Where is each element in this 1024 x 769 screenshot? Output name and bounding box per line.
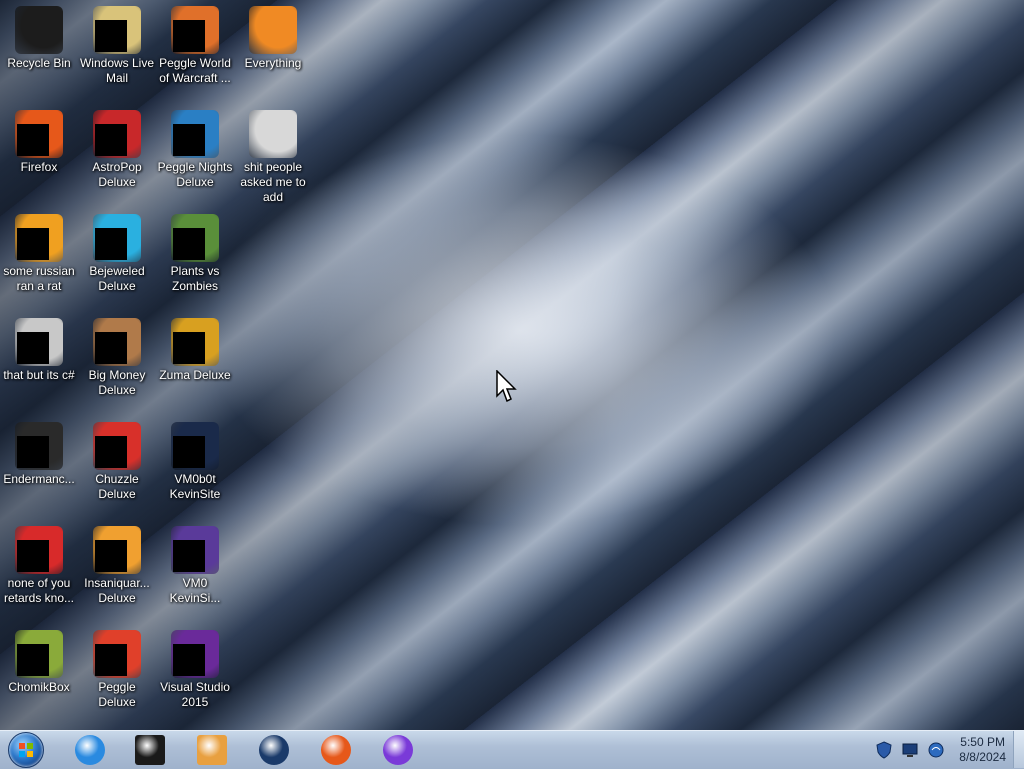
taskbar: 5:50 PM 8/8/2024 bbox=[0, 730, 1024, 769]
taskbar-pinned-app[interactable] bbox=[122, 732, 178, 768]
desktop-icon-label: Insaniquar... Deluxe bbox=[84, 576, 150, 605]
desktop-icon[interactable]: Insaniquar... Deluxe bbox=[78, 522, 156, 606]
taskbar-pinned-app[interactable] bbox=[62, 732, 118, 768]
desktop-icon[interactable]: some russian ran a rat bbox=[0, 210, 78, 294]
desktop[interactable]: Recycle Bin Windows Live Mail Peggle World… bbox=[0, 0, 1024, 730]
taskbar-pinned-app[interactable] bbox=[246, 732, 302, 768]
copy-windows-icon bbox=[15, 318, 63, 366]
firefox-icon bbox=[15, 110, 63, 158]
shield-icon[interactable] bbox=[875, 741, 893, 759]
desktop-icon-label: Visual Studio 2015 bbox=[160, 680, 230, 709]
desktop-icon-label: VM0 KevinSi... bbox=[169, 576, 221, 605]
desktop-icon[interactable]: none of you retards kno... bbox=[0, 522, 78, 606]
windows-logo-icon bbox=[8, 732, 44, 768]
desktop-icon-label: Peggle World of Warcraft ... bbox=[159, 56, 231, 85]
desktop-icon-label: none of you retards kno... bbox=[3, 576, 75, 605]
desktop-icon-label: Firefox bbox=[20, 160, 58, 174]
money-bag-icon bbox=[93, 318, 141, 366]
terminal-window-icon bbox=[15, 422, 63, 470]
firefox-icon bbox=[321, 735, 351, 765]
desktop-icon-label: Peggle Nights Deluxe bbox=[157, 160, 233, 189]
desktop-icon-label: VM0b0t KevinSite bbox=[169, 472, 221, 501]
mail-icon bbox=[93, 6, 141, 54]
show-desktop-button[interactable] bbox=[1013, 731, 1024, 768]
desktop-icon[interactable]: Endermanc... bbox=[0, 418, 78, 487]
monitor-icon[interactable] bbox=[901, 741, 919, 759]
clock[interactable]: 5:50 PM 8/8/2024 bbox=[959, 735, 1006, 765]
desktop-icon[interactable]: Windows Live Mail bbox=[78, 2, 156, 86]
desktop-icon[interactable]: Chuzzle Deluxe bbox=[78, 418, 156, 502]
start-button[interactable] bbox=[6, 732, 46, 768]
desktop-icon-label: AstroPop Deluxe bbox=[92, 160, 142, 189]
folder-icon bbox=[249, 110, 297, 158]
desktop-icon-label: ChomikBox bbox=[8, 680, 70, 694]
search-circle-icon bbox=[249, 6, 297, 54]
desktop-icon-label: some russian ran a rat bbox=[3, 264, 75, 293]
mouse-cursor-icon bbox=[496, 370, 517, 403]
desktop-icon-label: shit people asked me to add bbox=[240, 160, 306, 204]
system-tray: 5:50 PM 8/8/2024 bbox=[875, 732, 1024, 768]
desktop-icon[interactable]: Big Money Deluxe bbox=[78, 314, 156, 398]
desktop-icon[interactable]: VM0b0t KevinSite bbox=[156, 418, 234, 502]
globe-app-icon bbox=[259, 735, 289, 765]
astropop-icon bbox=[93, 110, 141, 158]
clock-time: 5:50 PM bbox=[960, 735, 1005, 749]
recycle-bin-icon bbox=[15, 6, 63, 54]
zuma-icon bbox=[171, 318, 219, 366]
desktop-icon-label: Everything bbox=[244, 56, 302, 70]
discord-like-icon bbox=[383, 735, 413, 765]
desktop-icon-label: that but its c# bbox=[3, 368, 75, 382]
desktop-icon[interactable]: Plants vs Zombies bbox=[156, 210, 234, 294]
taskbar-pinned-app[interactable] bbox=[308, 732, 364, 768]
command-prompt-icon bbox=[135, 735, 165, 765]
desktop-icon-label: Endermanc... bbox=[3, 472, 75, 486]
internet-explorer-icon bbox=[75, 735, 105, 765]
chomikbox-icon bbox=[15, 630, 63, 678]
desktop-icon[interactable]: Peggle Nights Deluxe bbox=[156, 106, 234, 190]
desktop-icon[interactable]: shit people asked me to add bbox=[234, 106, 312, 205]
fish-icon bbox=[93, 526, 141, 574]
desktop-icon-label: Windows Live Mail bbox=[79, 56, 155, 85]
desktop-icon[interactable]: Bejeweled Deluxe bbox=[78, 210, 156, 294]
desktop-icon[interactable]: Recycle Bin bbox=[0, 2, 78, 71]
desktop-icon-label: Recycle Bin bbox=[7, 56, 71, 70]
red-circle-icon bbox=[15, 526, 63, 574]
desktop-icon-label: Chuzzle Deluxe bbox=[95, 472, 139, 501]
desktop-icon-label: Zuma Deluxe bbox=[159, 368, 231, 382]
bejeweled-icon bbox=[93, 214, 141, 262]
desktop-icon[interactable]: Visual Studio 2015 bbox=[156, 626, 234, 710]
pvz-icon bbox=[171, 214, 219, 262]
peggle-nights-icon bbox=[171, 110, 219, 158]
desktop-icon-label: Big Money Deluxe bbox=[88, 368, 146, 397]
visual-studio-icon bbox=[171, 630, 219, 678]
vm-purple-icon bbox=[171, 526, 219, 574]
taskbar-pinned-app[interactable] bbox=[370, 732, 426, 768]
vm-window-icon bbox=[171, 422, 219, 470]
chuzzle-icon bbox=[93, 422, 141, 470]
media-player-icon bbox=[197, 735, 227, 765]
desktop-icon[interactable]: Peggle World of Warcraft ... bbox=[156, 2, 234, 86]
ae-app-icon bbox=[15, 214, 63, 262]
desktop-icon[interactable]: that but its c# bbox=[0, 314, 78, 383]
desktop-icon[interactable]: Peggle Deluxe bbox=[78, 626, 156, 710]
desktop-icon-label: Plants vs Zombies bbox=[170, 264, 220, 293]
peggle-icon bbox=[93, 630, 141, 678]
desktop-icon-label: Bejeweled Deluxe bbox=[89, 264, 145, 293]
peggle-wow-icon bbox=[171, 6, 219, 54]
desktop-icon-label: Peggle Deluxe bbox=[98, 680, 136, 709]
desktop-icon[interactable]: Everything bbox=[234, 2, 312, 71]
desktop-icon[interactable]: AstroPop Deluxe bbox=[78, 106, 156, 190]
desktop-icon[interactable]: Firefox bbox=[0, 106, 78, 175]
desktop-icon[interactable]: VM0 KevinSi... bbox=[156, 522, 234, 606]
desktop-icon[interactable]: ChomikBox bbox=[0, 626, 78, 695]
network-icon[interactable] bbox=[927, 741, 945, 759]
clock-date: 8/8/2024 bbox=[959, 750, 1006, 764]
taskbar-pinned-app[interactable] bbox=[184, 732, 240, 768]
desktop-icon[interactable]: Zuma Deluxe bbox=[156, 314, 234, 383]
